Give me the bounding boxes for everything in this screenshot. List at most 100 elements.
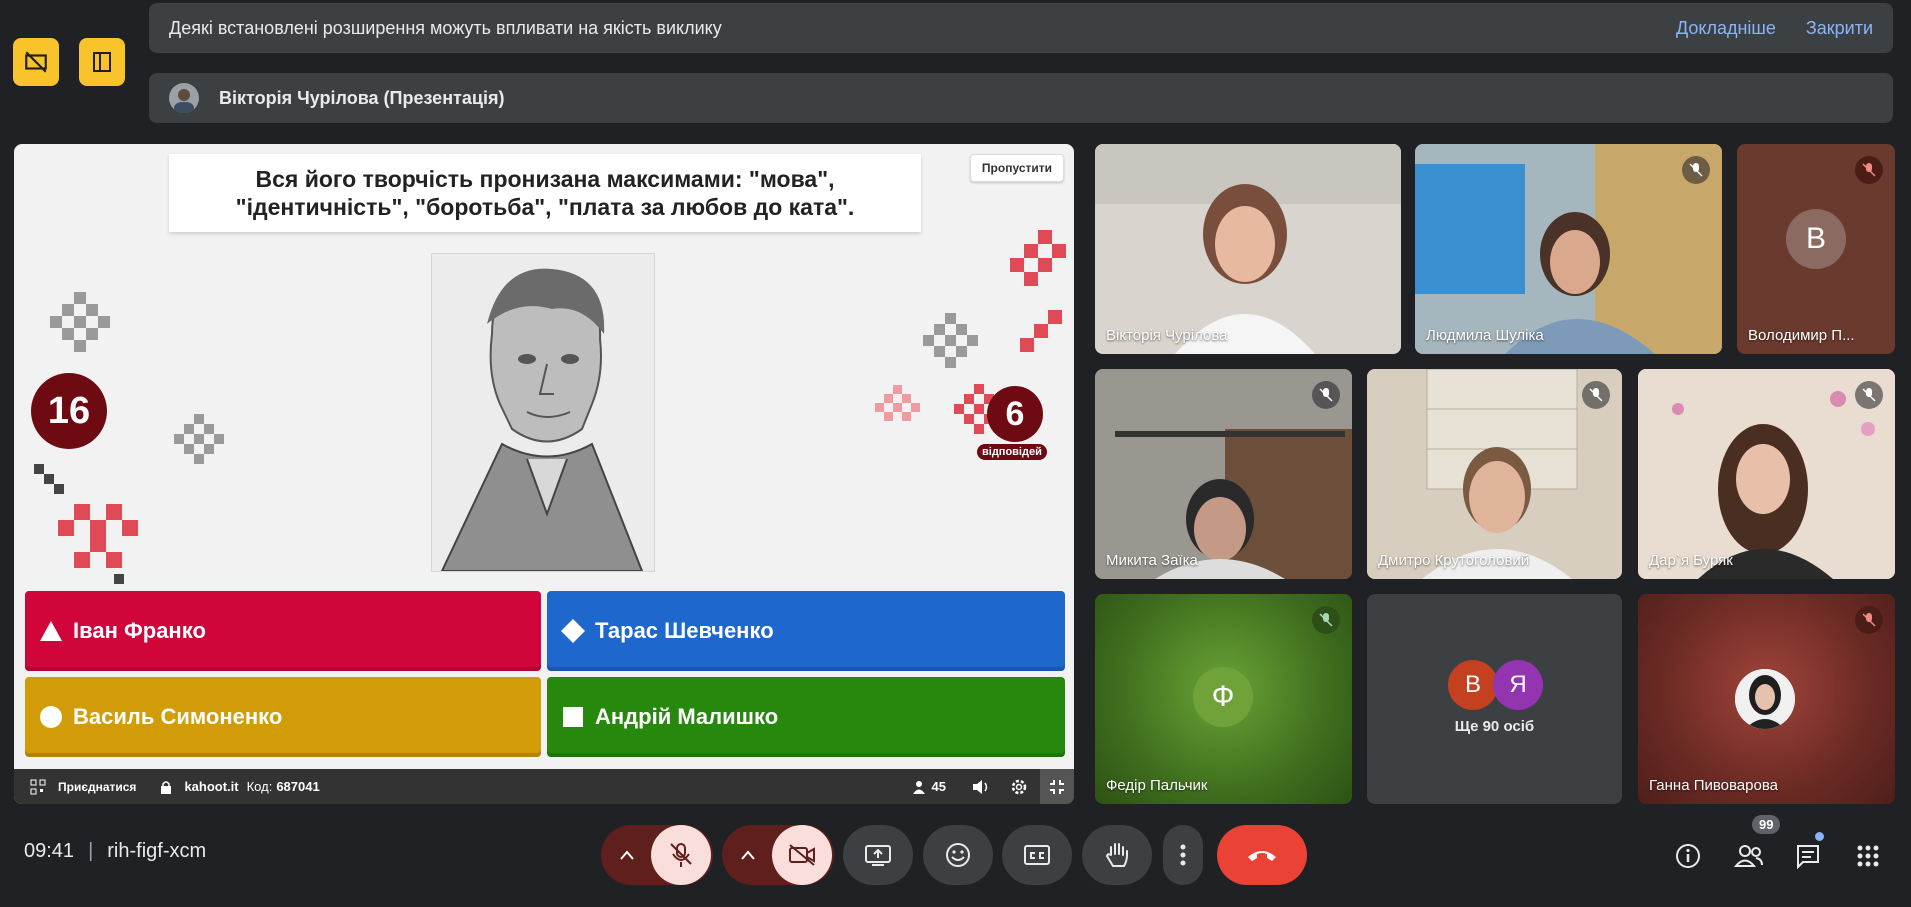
participant-tile[interactable]: Людмила Шуліка <box>1415 144 1722 354</box>
exit-fullscreen-button[interactable] <box>1040 769 1074 804</box>
circle-icon <box>39 705 63 729</box>
more-options-button[interactable] <box>1163 825 1203 885</box>
activities-button[interactable] <box>1850 838 1886 874</box>
participant-name: Федір Пальчик <box>1106 777 1208 794</box>
audio-options-button[interactable] <box>603 825 651 885</box>
code-label: Код: <box>246 779 273 794</box>
triangle-icon <box>39 619 63 643</box>
participant-video <box>1095 144 1401 354</box>
camera-off-icon <box>789 844 815 866</box>
participant-avatar: В <box>1786 209 1846 269</box>
raise-hand-button[interactable] <box>1082 825 1152 885</box>
people-count-badge: 99 <box>1752 815 1781 834</box>
presentation-stage: Вся його творчість пронизана максимами: … <box>14 144 1074 804</box>
game-code: 687041 <box>276 779 320 794</box>
end-call-icon <box>1248 851 1276 861</box>
participant-avatar: В <box>1448 660 1498 710</box>
site-label: kahoot.it <box>184 779 239 794</box>
captions-button[interactable] <box>1002 825 1072 885</box>
join-label: Приєднатися <box>58 779 137 794</box>
participant-tile[interactable]: Вікторія Чурілова <box>1095 144 1401 354</box>
more-vert-icon <box>1180 844 1186 866</box>
participant-avatar <box>1735 669 1795 729</box>
leave-call-button[interactable] <box>1217 825 1307 885</box>
answer-option-3[interactable]: Василь Симоненко <box>25 677 541 757</box>
extensions-banner: Деякі встановлені розширення можуть впли… <box>149 3 1893 53</box>
participant-name: Володимир П... <box>1748 327 1855 344</box>
answers-count-label: відповідей <box>977 444 1047 460</box>
present-screen-icon <box>865 845 891 866</box>
video-controls <box>722 825 834 885</box>
camera-toggle[interactable] <box>772 825 832 885</box>
participant-avatar: Ф <box>1193 667 1253 727</box>
chat-icon <box>1797 845 1819 869</box>
mic-off-indicator <box>1582 381 1610 409</box>
mic-off-icon <box>1689 163 1703 177</box>
participant-tile[interactable]: Ганна Пивоварова <box>1638 594 1895 804</box>
video-options-button[interactable] <box>724 825 772 885</box>
close-banner-link[interactable]: Закрити <box>1806 18 1873 39</box>
participant-tile[interactable]: Микита Заїка <box>1095 369 1352 579</box>
mic-off-indicator <box>1855 606 1883 634</box>
mic-off-icon <box>1589 388 1603 402</box>
learn-more-link[interactable]: Докладніше <box>1676 18 1776 39</box>
participant-name: Дмитро Крутоголовий <box>1378 552 1530 569</box>
participant-tile[interactable]: В Володимир П... <box>1737 144 1895 354</box>
info-icon <box>1676 844 1700 868</box>
chat-button[interactable] <box>1790 838 1826 874</box>
mic-off-indicator <box>1855 381 1883 409</box>
participant-tile[interactable]: Ф Федір Пальчик <box>1095 594 1352 804</box>
answer-option-1[interactable]: Іван Франко <box>25 591 541 671</box>
skip-button[interactable]: Пропустити <box>969 154 1064 182</box>
more-participants-tile[interactable]: В Я Ще 90 осіб <box>1367 594 1622 804</box>
microphone-toggle[interactable] <box>651 825 711 885</box>
chevron-up-icon <box>741 850 755 860</box>
lock-icon <box>161 780 172 794</box>
audio-controls <box>601 825 713 885</box>
answer-option-4[interactable]: Андрій Малишко <box>547 677 1065 757</box>
emoji-icon <box>946 843 970 867</box>
players-icon <box>912 780 925 794</box>
meeting-code: rih-figf-xcm <box>107 840 207 862</box>
answer-label: Василь Симоненко <box>73 704 283 729</box>
participant-tile[interactable]: Дмитро Крутоголовий <box>1367 369 1622 579</box>
meeting-details-button[interactable] <box>1670 838 1706 874</box>
apps-icon <box>1857 845 1879 867</box>
participant-name: Дар`я Буряк <box>1649 552 1733 569</box>
settings-icon[interactable] <box>1010 778 1028 796</box>
answer-option-2[interactable]: Тарас Шевченко <box>547 591 1065 671</box>
reactions-button[interactable] <box>923 825 993 885</box>
kahoot-info-bar: Приєднатися kahoot.it Код: 687041 45 <box>14 769 1074 804</box>
present-screen-button[interactable] <box>843 825 913 885</box>
answers-count: 6 <box>987 386 1043 442</box>
question-text: Вся його творчість пронизана максимами: … <box>169 154 921 232</box>
participant-name: Людмила Шуліка <box>1426 327 1544 344</box>
mic-off-indicator <box>1312 606 1340 634</box>
participant-tile[interactable]: Дар`я Буряк <box>1638 369 1895 579</box>
mic-off-icon <box>1862 388 1876 402</box>
raise-hand-icon <box>1105 843 1128 867</box>
participant-video <box>1415 144 1722 354</box>
answer-label: Тарас Шевченко <box>595 618 774 643</box>
presenter-avatar <box>169 83 199 113</box>
embroidery-decoration-right <box>875 230 1066 434</box>
captions-icon <box>1024 845 1050 865</box>
volume-icon[interactable] <box>972 779 990 795</box>
presentation-title: Вікторія Чурілова (Презентація) <box>219 87 505 108</box>
more-participants-label: Ще 90 осіб <box>1454 718 1535 735</box>
companion-icon <box>93 52 111 72</box>
mic-off-indicator <box>1312 381 1340 409</box>
no-slides-icon <box>25 51 47 73</box>
participant-name: Микита Заїка <box>1106 552 1198 569</box>
companion-button[interactable] <box>79 38 125 86</box>
people-button[interactable] <box>1731 838 1767 874</box>
mic-off-indicator <box>1855 156 1883 184</box>
extensions-message: Деякі встановлені розширення можуть впли… <box>169 17 722 38</box>
players-count: 45 <box>931 779 946 794</box>
chevron-up-icon <box>620 850 634 860</box>
separator: | <box>88 840 94 862</box>
qr-code-icon <box>30 779 46 794</box>
mic-off-icon <box>1862 163 1876 177</box>
no-slides-button[interactable] <box>13 38 59 86</box>
square-icon <box>561 705 585 729</box>
